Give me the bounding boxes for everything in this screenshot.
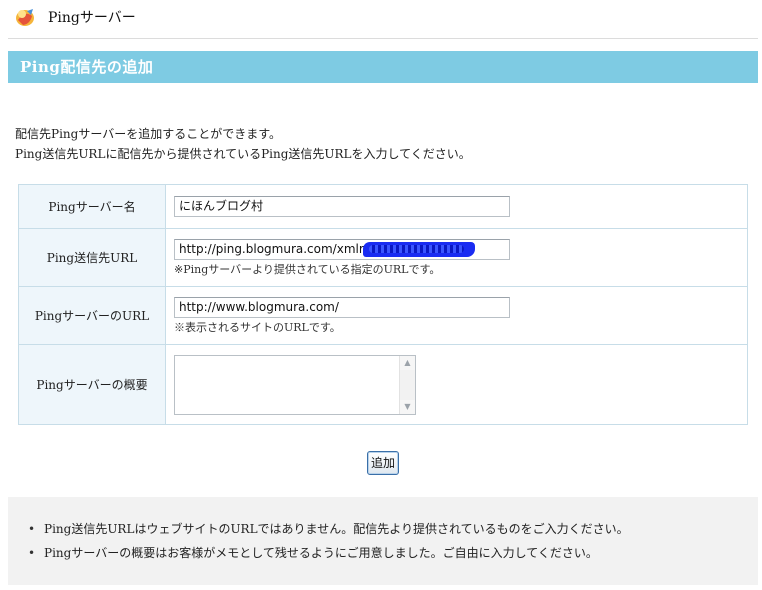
scroll-down-icon[interactable]: ▼: [400, 399, 415, 414]
ping-url-input[interactable]: http://ping.blogmura.com/xmlrpc/: [174, 239, 510, 260]
intro-text: 配信先Pingサーバーを追加することができます。 Ping送信先URLに配信先か…: [15, 124, 471, 164]
section-title: Ping配信先の追加: [8, 51, 758, 83]
ping-url-label: Ping送信先URL: [18, 228, 166, 287]
bullet-icon: •: [28, 546, 36, 560]
app-header: Pingサーバー: [0, 0, 762, 36]
server-name-input[interactable]: にほんブログ村: [174, 196, 510, 217]
server-url-label: PingサーバーのURL: [18, 286, 166, 345]
intro-line: Ping送信先URLに配信先から提供されているPing送信先URLを入力してくだ…: [15, 147, 471, 161]
form-row-server-name: Pingサーバー名 にほんブログ村: [18, 184, 748, 229]
form-row-server-url: PingサーバーのURL http://www.blogmura.com/ ※表…: [18, 286, 748, 345]
info-text: Ping送信先URLはウェブサイトのURLではありません。配信先より提供されてい…: [44, 522, 629, 536]
add-button[interactable]: 追加: [367, 451, 399, 475]
server-name-label: Pingサーバー名: [18, 184, 166, 229]
info-box: • Ping送信先URLはウェブサイトのURLではありません。配信先より提供されて…: [8, 497, 758, 585]
header-divider: [8, 38, 758, 39]
intro-line: 配信先Pingサーバーを追加することができます。: [15, 127, 282, 141]
app-title: Pingサーバー: [48, 10, 136, 26]
ping-server-icon: [14, 6, 36, 28]
server-url-note: ※表示されるサイトのURLです。: [174, 321, 341, 334]
bullet-icon: •: [28, 522, 36, 536]
form-row-summary: Pingサーバーの概要 ▲ ▼: [18, 344, 748, 425]
summary-textarea[interactable]: ▲ ▼: [174, 354, 416, 415]
summary-label: Pingサーバーの概要: [18, 344, 166, 425]
summary-scrollbar[interactable]: ▲ ▼: [399, 355, 415, 414]
ping-url-note: ※Pingサーバーより提供されている指定のURLです。: [174, 263, 441, 276]
info-item: • Pingサーバーの概要はお客様がメモとして残せるようにご用意しました。ご自由に…: [28, 541, 629, 565]
info-list: • Ping送信先URLはウェブサイトのURLではありません。配信先より提供されて…: [28, 517, 629, 565]
info-item: • Ping送信先URLはウェブサイトのURLではありません。配信先より提供されて…: [28, 517, 629, 541]
ping-form-table: Pingサーバー名 にほんブログ村 Ping送信先URL http://ping…: [18, 184, 748, 425]
form-row-ping-url: Ping送信先URL http://ping.blogmura.com/xmlr…: [18, 228, 748, 287]
info-text: Pingサーバーの概要はお客様がメモとして残せるようにご用意しました。ご自由に入…: [44, 546, 598, 560]
ping-url-value: http://ping.blogmura.com/xmlrpc/: [179, 242, 383, 256]
server-url-input[interactable]: http://www.blogmura.com/: [174, 297, 510, 318]
scroll-up-icon[interactable]: ▲: [400, 355, 415, 370]
redacted-mark: [363, 242, 475, 257]
